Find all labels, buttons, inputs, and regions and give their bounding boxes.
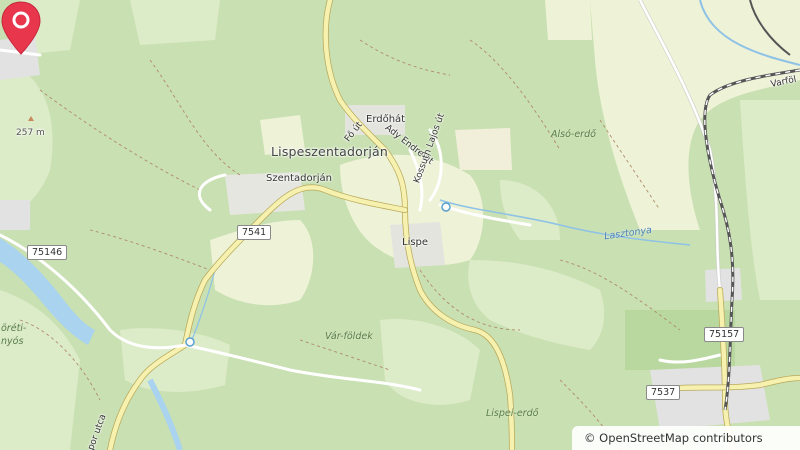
- road-shield-75146: 75146: [27, 245, 68, 260]
- forest-label-var-foldek: Vár-földek: [325, 331, 373, 342]
- place-label-szentadorjan: Szentadorján: [266, 173, 332, 184]
- forest-label-horeti: öréti- nyós: [1, 323, 27, 347]
- road-shield-75157: 75157: [704, 327, 745, 342]
- forest-label-lispei-erdo: Lispei-erdő: [486, 408, 539, 419]
- location-pin-icon[interactable]: [0, 0, 42, 56]
- map-attribution[interactable]: © OpenStreetMap contributors: [572, 426, 800, 450]
- copyright-symbol: ©: [584, 431, 596, 445]
- stream-crossing-icon: [185, 337, 195, 347]
- peak-icon: [28, 116, 34, 121]
- place-label-erdohat: Erdőhát: [366, 114, 406, 125]
- road-shield-7541: 7541: [237, 225, 272, 240]
- map-canvas[interactable]: 257 m Lispeszentadorján Szentadorján Erd…: [0, 0, 800, 450]
- map-base-layer: [0, 0, 800, 450]
- place-label-lispeszentadorjan: Lispeszentadorján: [271, 144, 388, 159]
- forest-label-also-erdo: Alsó-erdő: [551, 129, 596, 140]
- road-shield-7537: 7537: [646, 385, 681, 400]
- attribution-link[interactable]: OpenStreetMap contributors: [599, 431, 763, 445]
- elevation-label: 257 m: [16, 128, 45, 138]
- place-label-lispe: Lispe: [402, 237, 429, 248]
